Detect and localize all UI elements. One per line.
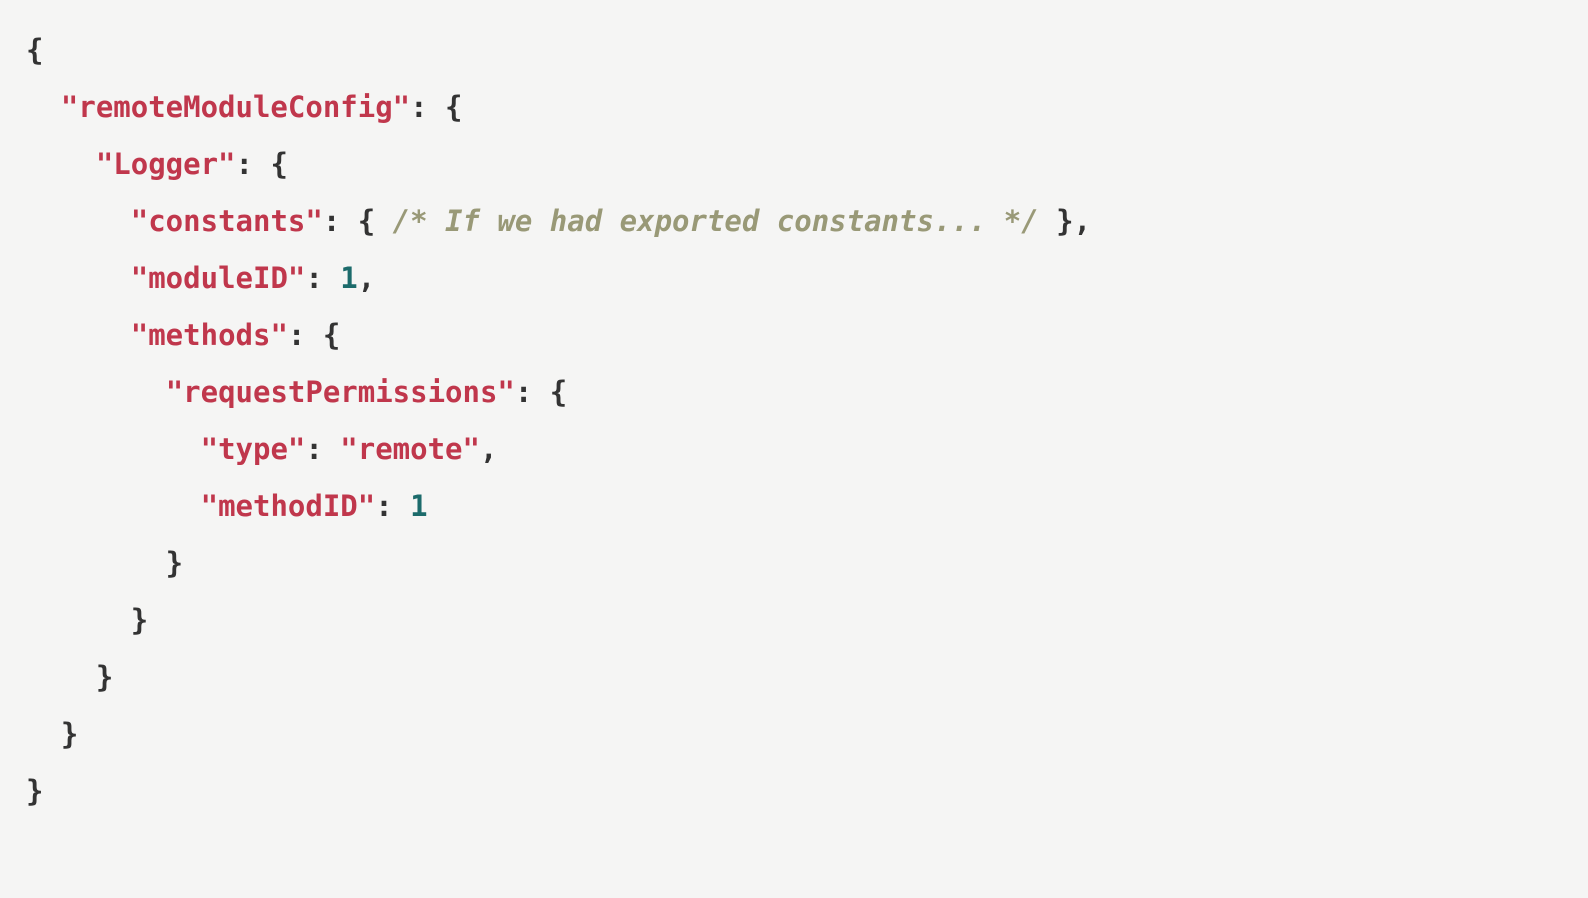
- code-punct: : {: [288, 318, 340, 352]
- json-key: "constants": [131, 204, 323, 238]
- json-number: 1: [410, 489, 427, 523]
- code-punct: }: [26, 660, 113, 694]
- code-indent: [26, 90, 61, 124]
- code-punct: {: [26, 33, 43, 67]
- code-indent: [26, 432, 201, 466]
- code-indent: [26, 147, 96, 181]
- code-punct: : {: [515, 375, 567, 409]
- code-punct: : {: [236, 147, 288, 181]
- json-key: "Logger": [96, 147, 236, 181]
- json-key: "moduleID": [131, 261, 306, 295]
- code-punct: : {: [410, 90, 462, 124]
- code-punct: }: [26, 546, 183, 580]
- code-punct: }: [26, 603, 148, 637]
- code-punct: }: [26, 774, 43, 808]
- json-key: "methods": [131, 318, 288, 352]
- code-indent: [26, 375, 166, 409]
- code-indent: [26, 261, 131, 295]
- code-comment: /* If we had exported constants... */: [393, 204, 1039, 238]
- json-string: "remote": [340, 432, 480, 466]
- code-punct: : {: [323, 204, 393, 238]
- code-punct: ,: [480, 432, 497, 466]
- code-block: { "remoteModuleConfig": { "Logger": { "c…: [0, 0, 1588, 842]
- json-key: "remoteModuleConfig": [61, 90, 410, 124]
- json-key: "type": [201, 432, 306, 466]
- code-indent: [26, 489, 201, 523]
- json-number: 1: [340, 261, 357, 295]
- json-key: "requestPermissions": [166, 375, 515, 409]
- json-key: "methodID": [201, 489, 376, 523]
- code-punct: },: [1039, 204, 1091, 238]
- code-punct: }: [26, 717, 78, 751]
- code-indent: [26, 204, 131, 238]
- code-punct: :: [305, 261, 340, 295]
- code-punct: :: [305, 432, 340, 466]
- code-punct: :: [375, 489, 410, 523]
- code-indent: [26, 318, 131, 352]
- code-punct: ,: [358, 261, 375, 295]
